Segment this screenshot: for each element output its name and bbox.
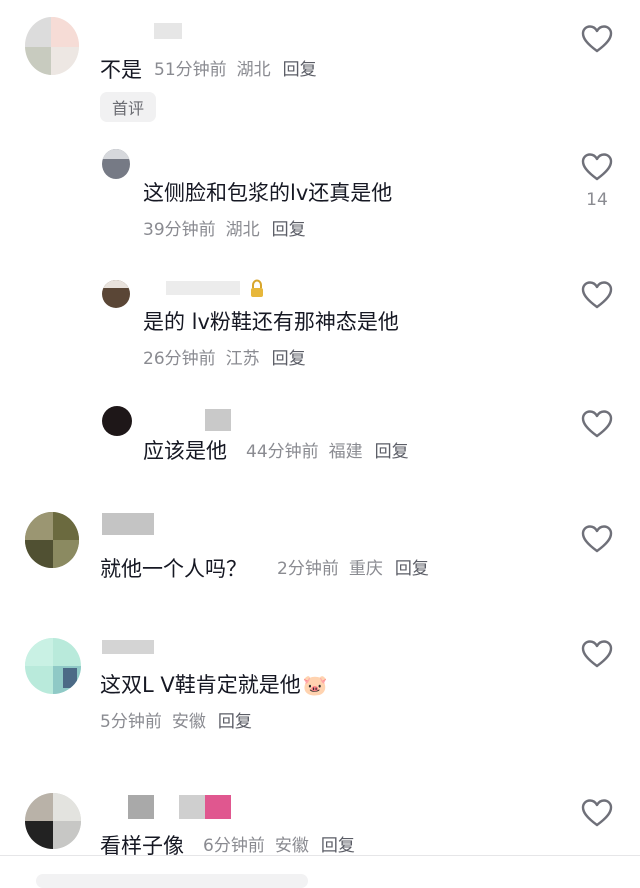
avatar[interactable] [25,638,81,694]
comment-location: 湖北 [236,60,271,80]
avatar[interactable] [102,280,130,308]
comment-time: 2分钟前 [277,559,339,579]
comment-input[interactable] [36,874,308,888]
comment-text-content: 这双L V鞋肯定就是他 [100,673,301,697]
heart-outline-icon[interactable] [581,639,613,669]
comment-time: 6分钟前 [203,836,265,856]
comment-location: 安徽 [171,712,206,732]
username-blurred[interactable] [205,795,231,819]
username-blurred[interactable] [179,795,205,819]
comment-text: 不是 [100,58,142,82]
comment-location: 重庆 [348,559,383,579]
comment-time: 26分钟前 [143,349,216,369]
comment-location: 江苏 [225,349,260,369]
avatar[interactable] [25,512,79,568]
comment-location: 安徽 [274,836,309,856]
username-blurred[interactable] [205,409,231,431]
reply-button[interactable]: 回复 [395,559,429,579]
avatar[interactable] [102,149,130,179]
comment-meta: 51分钟前 湖北 回复 [154,62,317,79]
first-comment-badge: 首评 [100,92,156,122]
username-blurred[interactable] [154,23,182,39]
reply-button[interactable]: 回复 [272,349,306,369]
reply-button[interactable]: 回复 [321,836,355,856]
comment-meta: 2分钟前 重庆 回复 [277,561,429,578]
comment-meta: 39分钟前 湖北 回复 [143,222,306,239]
heart-outline-icon[interactable] [581,280,613,310]
comment-meta: 6分钟前 安徽 回复 [203,838,355,855]
comment-meta: 44分钟前 福建 回复 [246,444,409,461]
comment-text: 这侧脸和包浆的lv还真是他 [143,181,393,205]
pig-face-emoji-icon: 🐷 [302,673,328,697]
heart-outline-icon[interactable] [581,798,613,828]
reply-button[interactable]: 回复 [218,712,252,732]
comment-time: 5分钟前 [100,712,162,732]
comment-text: 就他一个人吗？ [100,557,247,581]
comment-text: 看样子像 [100,834,184,858]
comment-time: 44分钟前 [246,442,319,462]
comment-time: 39分钟前 [143,220,216,240]
reply-button[interactable]: 回复 [283,60,317,80]
avatar[interactable] [25,17,79,75]
comment-location: 福建 [328,442,363,462]
comment-text: 是的 lv粉鞋还有那神态是他 [143,310,399,334]
comment-location: 湖北 [225,220,260,240]
comment-text: 这双L V鞋肯定就是他 🐷 [100,675,328,696]
heart-outline-icon[interactable] [581,409,613,439]
heart-outline-icon[interactable] [581,24,613,54]
like-count: 14 [586,190,608,210]
reply-button[interactable]: 回复 [272,220,306,240]
comment-time: 51分钟前 [154,60,227,80]
username-blurred[interactable] [166,281,240,295]
heart-outline-icon[interactable] [581,152,613,182]
lock-icon [251,279,263,297]
avatar[interactable] [25,793,81,849]
username-blurred[interactable] [128,795,154,819]
reply-button[interactable]: 回复 [375,442,409,462]
comment-text: 应该是他 [143,439,227,463]
comment-meta: 26分钟前 江苏 回复 [143,351,306,368]
heart-outline-icon[interactable] [581,524,613,554]
username-blurred[interactable] [102,513,154,535]
avatar[interactable] [102,406,132,436]
comment-meta: 5分钟前 安徽 回复 [100,714,252,731]
username-blurred[interactable] [102,640,154,654]
